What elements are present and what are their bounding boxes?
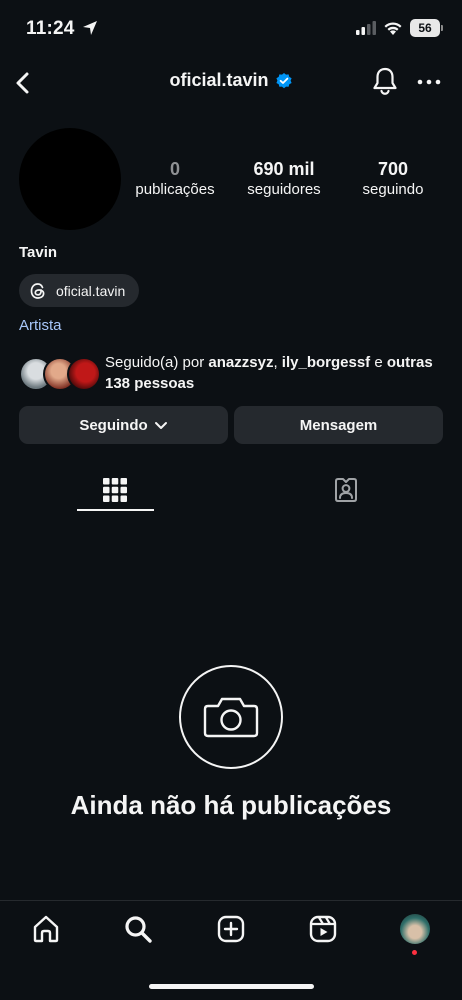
empty-state-text: Ainda não há publicações — [70, 790, 392, 820]
followed-by[interactable]: Seguido(a) por anazzsyz, ily_borgessf e … — [19, 352, 445, 394]
following-label: seguindo — [362, 181, 424, 198]
notification-dot — [412, 950, 417, 955]
nav-home[interactable] — [29, 912, 63, 946]
tagged-icon — [335, 478, 357, 502]
tab-grid[interactable] — [77, 470, 153, 510]
empty-state-camera — [179, 665, 283, 769]
signal-icon — [356, 21, 376, 35]
stat-posts[interactable]: 0 publicações — [120, 158, 230, 200]
mutual-avatars — [19, 355, 101, 391]
chevron-down-icon — [154, 422, 167, 429]
nav-reels[interactable] — [306, 912, 340, 946]
followed-by-text: Seguido(a) por anazzsyz, ily_borgessf e … — [105, 354, 433, 392]
verified-badge-icon — [275, 72, 292, 88]
stat-followers[interactable]: 690 mil seguidores — [229, 158, 339, 200]
status-icons: 56 — [356, 19, 443, 37]
more-options-button[interactable] — [416, 70, 442, 99]
threads-icon — [30, 282, 45, 299]
profile-avatar-small — [400, 914, 430, 944]
profile-username: oficial.tavin — [169, 70, 269, 90]
profile-avatar[interactable] — [19, 128, 121, 230]
threads-link[interactable]: oficial.tavin — [19, 274, 140, 307]
tab-tagged[interactable] — [308, 470, 384, 510]
followers-label: seguidores — [247, 181, 321, 198]
message-button[interactable]: Mensagem — [234, 406, 443, 444]
following-button[interactable]: Seguindo — [19, 406, 228, 444]
posts-label: publicações — [135, 181, 215, 198]
following-count: 700 — [377, 159, 409, 179]
notifications-button[interactable] — [371, 66, 399, 101]
profile-category: Artista — [19, 317, 62, 334]
home-indicator[interactable] — [149, 984, 314, 989]
threads-handle: oficial.tavin — [56, 282, 126, 299]
message-label: Mensagem — [299, 416, 378, 434]
create-icon — [217, 915, 245, 943]
wifi-icon — [384, 21, 402, 35]
location-arrow-icon — [82, 20, 98, 41]
posts-count: 0 — [169, 159, 180, 179]
grid-icon — [103, 478, 127, 502]
nav-create[interactable] — [214, 912, 248, 946]
display-name: Tavin — [19, 244, 58, 261]
battery-indicator: 56 — [410, 19, 443, 37]
search-icon — [125, 916, 152, 943]
following-label: Seguindo — [79, 416, 148, 434]
home-icon — [33, 915, 59, 943]
mutual-avatar-3 — [67, 357, 101, 391]
reels-icon — [309, 915, 337, 943]
bell-icon — [373, 67, 397, 95]
nav-profile[interactable] — [398, 912, 432, 946]
more-horizontal-icon — [417, 79, 441, 85]
status-time: 11:24 — [26, 18, 75, 39]
camera-icon — [203, 697, 259, 738]
active-tab-indicator — [77, 509, 154, 511]
followers-count: 690 mil — [253, 159, 315, 179]
stat-following[interactable]: 700 seguindo — [338, 158, 448, 200]
nav-search[interactable] — [121, 912, 155, 946]
